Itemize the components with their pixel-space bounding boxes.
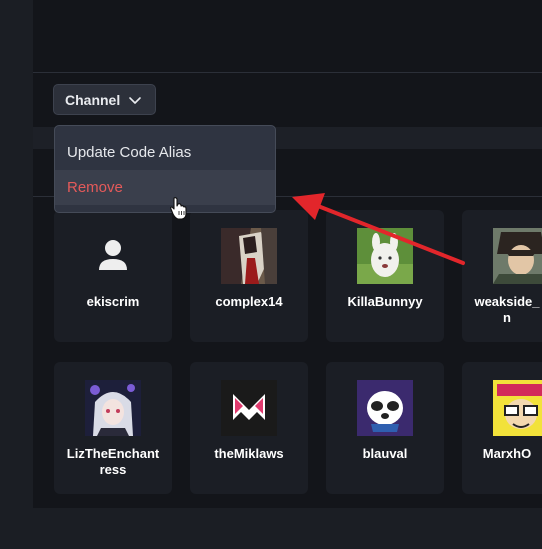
hand-pointer-icon bbox=[170, 197, 187, 220]
card-name: theMiklaws bbox=[214, 446, 284, 461]
channel-card[interactable]: ekiscrim bbox=[54, 210, 172, 342]
card-name: LizTheEnchant ress bbox=[66, 446, 160, 477]
card-name: ekiscrim bbox=[86, 294, 140, 309]
avatar-image bbox=[357, 228, 413, 284]
chevron-down-icon bbox=[129, 96, 142, 104]
avatar-image bbox=[221, 380, 277, 436]
channel-label: Channel bbox=[65, 91, 121, 108]
menu-item-remove[interactable]: Remove bbox=[55, 170, 275, 205]
top-panel bbox=[33, 0, 542, 73]
channel-card[interactable]: weakside_ n bbox=[462, 210, 542, 342]
avatar-image bbox=[357, 380, 413, 436]
avatar-image bbox=[493, 380, 542, 436]
avatar-image bbox=[221, 228, 277, 284]
channel-dropdown-button[interactable]: Channel bbox=[53, 84, 156, 115]
channel-card[interactable]: blauval bbox=[326, 362, 444, 494]
card-name: blauval bbox=[362, 446, 408, 461]
avatar-image bbox=[493, 228, 542, 284]
user-icon bbox=[99, 240, 127, 270]
channel-card[interactable]: LizTheEnchant ress bbox=[54, 362, 172, 494]
card-name: MarxhO bbox=[482, 446, 532, 461]
channel-card[interactable]: theMiklaws bbox=[190, 362, 308, 494]
left-sidebar-strip bbox=[0, 0, 33, 549]
card-name: weakside_ n bbox=[474, 294, 540, 325]
channel-card[interactable]: KillaBunnyy bbox=[326, 210, 444, 342]
channel-dropdown-menu: Update Code Alias Remove bbox=[54, 125, 276, 213]
card-name: KillaBunnyy bbox=[347, 294, 423, 309]
avatar-image bbox=[85, 380, 141, 436]
card-name: complex14 bbox=[215, 294, 283, 309]
channel-card[interactable]: complex14 bbox=[190, 210, 308, 342]
menu-item-update-code-alias[interactable]: Update Code Alias bbox=[55, 135, 275, 170]
channel-card[interactable]: MarxhO bbox=[462, 362, 542, 494]
